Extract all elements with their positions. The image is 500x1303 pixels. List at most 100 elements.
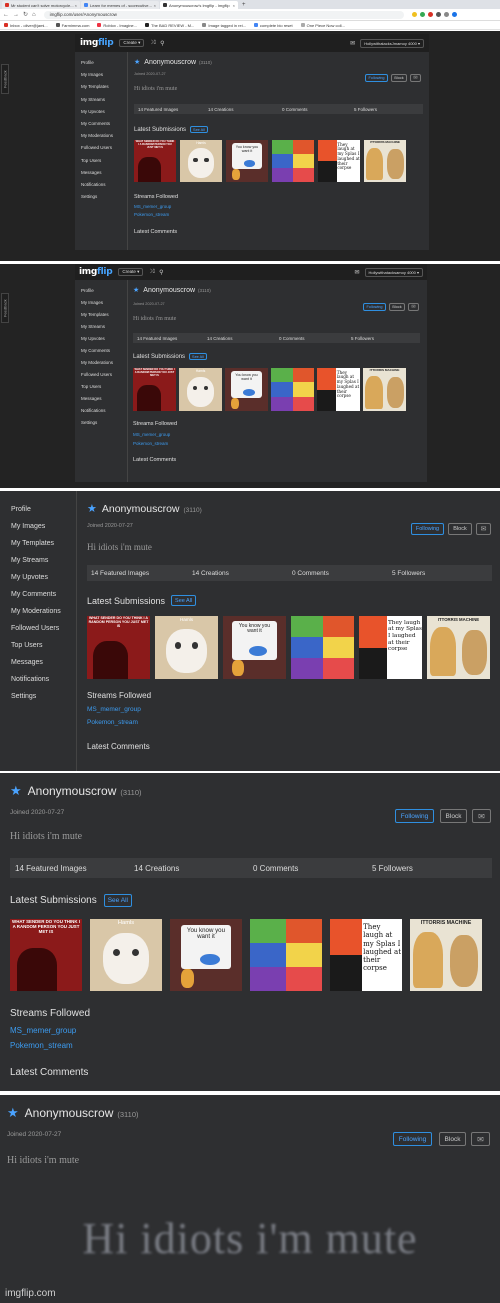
mail-icon[interactable]: ✉ xyxy=(472,809,491,823)
magikarp-thumb[interactable]: They laugh at my Splas I laughed at thei… xyxy=(359,616,422,679)
see-all-button[interactable]: See All xyxy=(103,894,132,907)
url-field[interactable]: imgflip.com/user/Anonymouscrow xyxy=(43,10,404,19)
meme-sender-thumb[interactable]: WHAT SENDER DO YOU THINK I A RANDOM PERS… xyxy=(87,616,150,679)
create-button[interactable]: Create ▾ xyxy=(119,39,145,47)
doge-thumb[interactable]: ITTORRIS MACHINE xyxy=(427,616,490,679)
sidebar-item-my-streams[interactable]: My Streams xyxy=(11,557,75,574)
block-button[interactable]: Block xyxy=(440,809,467,823)
sidebar-item-notifications[interactable]: Notifications xyxy=(81,408,133,420)
pokemon-battle-thumb[interactable] xyxy=(250,919,322,991)
stat-creations[interactable]: 14 Creations xyxy=(134,864,253,873)
sidebar-item-profile[interactable]: Profile xyxy=(81,60,133,72)
following-button[interactable]: Following xyxy=(363,303,386,311)
sidebar-item-profile[interactable]: Profile xyxy=(11,506,75,523)
block-button[interactable]: Block xyxy=(439,1132,466,1146)
mail-icon[interactable]: ✉ xyxy=(476,523,491,535)
search-icon[interactable]: ⚲ xyxy=(159,269,163,276)
sidebar-item-my-templates[interactable]: My Templates xyxy=(81,312,133,324)
sidebar-item-my-upvotes[interactable]: My Upvotes xyxy=(81,336,133,348)
following-button[interactable]: Following xyxy=(393,1132,432,1146)
sidebar-item-settings[interactable]: Settings xyxy=(81,420,133,432)
doge-thumb[interactable]: ITTORRIS MACHINE xyxy=(410,919,482,991)
sidebar-item-my-moderations[interactable]: My Moderations xyxy=(11,608,75,625)
you-know-you-want-it-thumb[interactable]: You know you want it xyxy=(170,919,242,991)
stat-featured-images[interactable]: 14 Featured Images xyxy=(15,864,134,873)
bookmark-item[interactable]: Image tagged in rei... xyxy=(202,23,246,28)
see-all-button[interactable]: See All xyxy=(189,353,207,360)
sidebar-item-my-images[interactable]: My Images xyxy=(11,523,75,540)
magikarp-thumb[interactable]: They laugh at my Splas I laughed at thei… xyxy=(330,919,402,991)
see-all-button[interactable]: See All xyxy=(171,595,197,606)
stat-followers[interactable]: 5 Followers xyxy=(372,864,413,873)
mail-icon[interactable]: ✉ xyxy=(408,303,419,311)
browser-tab[interactable]: Learn for memes of - scorecutive... × xyxy=(81,1,159,9)
user-menu[interactable]: Hollywithatacksamoy 4000 ▾ xyxy=(364,267,423,277)
extension-icon[interactable] xyxy=(427,12,433,17)
sidebar-item-my-templates[interactable]: My Templates xyxy=(81,84,133,96)
close-icon[interactable]: × xyxy=(75,3,77,8)
stream-link[interactable]: Pokemon_stream xyxy=(10,1041,73,1050)
meme-sender-thumb[interactable]: WHAT SENDER DO YOU THINK I A RANDOM PERS… xyxy=(133,368,176,411)
meme-sender-thumb[interactable]: WHAT SENDER DO YOU THINK I A RANDOM PERS… xyxy=(10,919,82,991)
home-icon[interactable]: ⌂ xyxy=(32,12,36,18)
sidebar-item-notifications[interactable]: Notifications xyxy=(81,182,133,194)
messages-icon[interactable]: ✉ xyxy=(350,40,355,47)
stream-link[interactable]: MS_memer_group xyxy=(134,204,171,209)
feedback-tab[interactable]: Feedback xyxy=(1,293,9,323)
bookmark-item[interactable]: The BAD REVIEW - M... xyxy=(145,23,194,28)
profile-avatar-icon[interactable] xyxy=(451,12,457,17)
block-button[interactable]: Block xyxy=(391,74,407,82)
mail-icon[interactable]: ✉ xyxy=(471,1132,490,1146)
sidebar-item-followed-users[interactable]: Followed Users xyxy=(81,372,133,384)
stat-followers[interactable]: 5 Followers xyxy=(351,336,374,341)
imgflip-logo[interactable]: imgflip xyxy=(80,38,114,48)
sidebar-item-my-images[interactable]: My Images xyxy=(81,72,133,84)
stat-featured-images[interactable]: 14 Featured Images xyxy=(91,570,192,577)
stat-followers[interactable]: 5 Followers xyxy=(392,570,425,577)
following-button[interactable]: Following xyxy=(365,74,388,82)
sidebar-item-messages[interactable]: Messages xyxy=(11,659,75,676)
stream-link[interactable]: Pokemon_stream xyxy=(134,212,169,217)
sidebar-item-my-streams[interactable]: My Streams xyxy=(81,97,133,109)
sidebar-item-notifications[interactable]: Notifications xyxy=(11,676,75,693)
sidebar-item-my-moderations[interactable]: My Moderations xyxy=(81,133,133,145)
block-button[interactable]: Block xyxy=(389,303,405,311)
extension-icon[interactable] xyxy=(443,12,449,17)
sidebar-item-settings[interactable]: Settings xyxy=(81,194,133,206)
sidebar-item-my-upvotes[interactable]: My Upvotes xyxy=(81,109,133,121)
shuffle-icon[interactable]: ⤨ xyxy=(150,40,155,47)
cat-thumb[interactable]: Hamls xyxy=(179,368,222,411)
close-icon[interactable]: × xyxy=(233,3,235,8)
stat-comments[interactable]: 0 Comments xyxy=(292,570,392,577)
extension-icon[interactable] xyxy=(435,12,441,17)
sidebar-item-my-comments[interactable]: My Comments xyxy=(11,591,75,608)
you-know-you-want-it-thumb[interactable]: You know you want it xyxy=(226,140,268,182)
mail-icon[interactable]: ✉ xyxy=(410,74,421,82)
imgflip-logo[interactable]: imgflip xyxy=(79,267,113,277)
pokemon-battle-thumb[interactable] xyxy=(272,140,314,182)
stat-comments[interactable]: 0 Comments xyxy=(253,864,372,873)
cat-thumb[interactable]: Hamls xyxy=(180,140,222,182)
create-button[interactable]: Create ▾ xyxy=(118,268,144,276)
bookmark-item[interactable]: One Piece Now coll... xyxy=(300,23,345,28)
browser-tab-active[interactable]: Anonymouscrow's Imgflip - Imgflip × xyxy=(160,1,238,9)
you-know-you-want-it-thumb[interactable]: You know you want it xyxy=(223,616,286,679)
stream-link[interactable]: MS_memer_group xyxy=(10,1026,76,1035)
extension-icon[interactable] xyxy=(411,12,417,17)
meme-sender-thumb[interactable]: WHAT SENDER DO YOU THINK I A RANDOM PERS… xyxy=(134,140,176,182)
block-button[interactable]: Block xyxy=(448,523,472,535)
bookmark-item[interactable]: Roblox - Imagine... xyxy=(97,23,137,28)
stat-creations[interactable]: 14 Creations xyxy=(192,570,292,577)
stream-link[interactable]: Pokemon_stream xyxy=(133,441,168,446)
messages-icon[interactable]: ✉ xyxy=(354,269,359,276)
sidebar-item-my-templates[interactable]: My Templates xyxy=(11,540,75,557)
stat-comments[interactable]: 0 Comments xyxy=(282,107,354,112)
sidebar-item-profile[interactable]: Profile xyxy=(81,288,133,300)
back-icon[interactable]: ← xyxy=(3,12,9,18)
bookmark-item[interactable]: Inbox - oliver@jami... xyxy=(4,23,48,28)
reload-icon[interactable]: ↻ xyxy=(23,11,28,18)
stat-featured-images[interactable]: 14 Featured Images xyxy=(137,336,207,341)
stat-creations[interactable]: 14 Creations xyxy=(208,107,282,112)
cat-thumb[interactable]: Hamls xyxy=(155,616,218,679)
stat-followers[interactable]: 5 Followers xyxy=(354,107,377,112)
